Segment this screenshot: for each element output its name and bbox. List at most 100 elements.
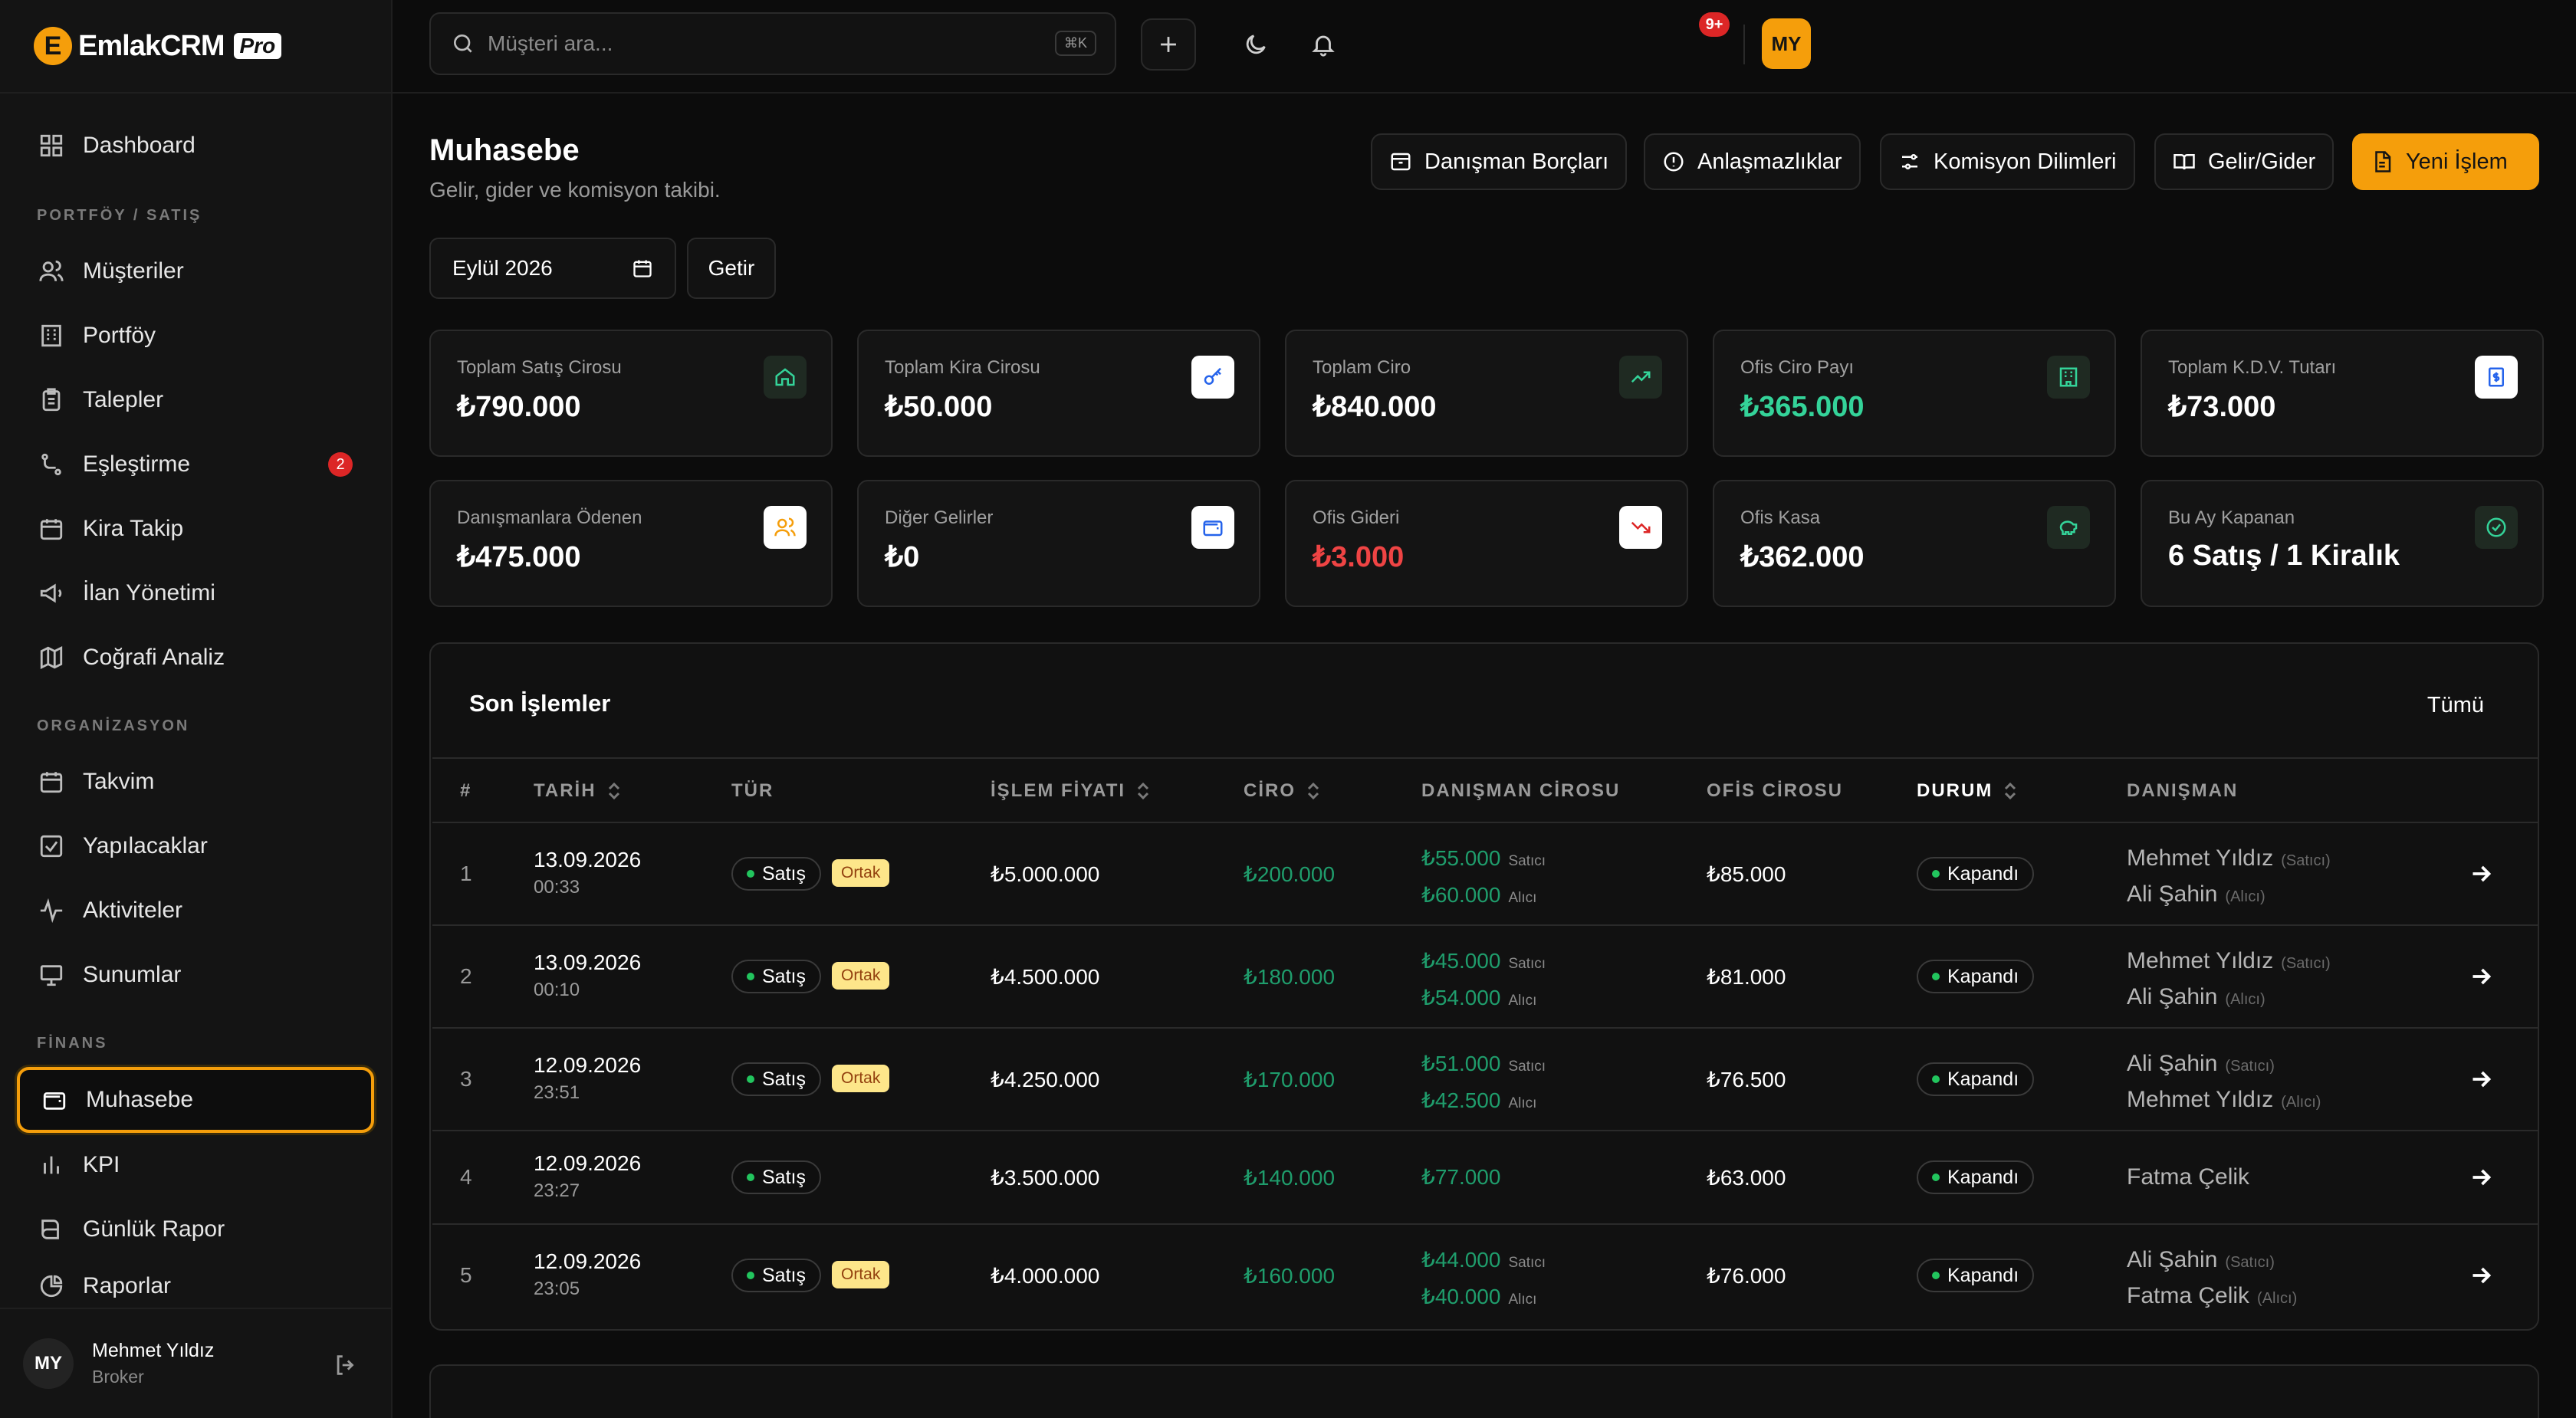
arrow-right-icon[interactable] (2467, 963, 2495, 990)
stat-card-total-revenue: Toplam Ciro ₺840.000 (1285, 330, 1688, 457)
row-type: Satış (731, 1160, 821, 1194)
sidebar-item-label: Kira Takip (83, 516, 184, 541)
new-transaction-button[interactable]: Yeni İşlem (2352, 133, 2539, 190)
logo-icon: E (34, 27, 72, 65)
sidebar-item-listings[interactable]: İlan Yönetimi (17, 564, 374, 622)
table-row[interactable]: 4 12.09.2026 23:27 Satış ₺3.500.000 ₺140.… (432, 1131, 2539, 1225)
sidebar-item-kpi[interactable]: KPI (17, 1136, 374, 1194)
table-row[interactable]: 3 12.09.2026 23:51 Satış Ortak ₺4.250.000 … (432, 1029, 2539, 1131)
wallet-icon (41, 1087, 67, 1113)
row-number: 4 (460, 1165, 472, 1189)
advisor-debts-button[interactable]: Danışman Borçları (1371, 133, 1628, 190)
period-value: Eylül 2026 (452, 256, 553, 280)
arrow-right-icon[interactable] (2467, 1262, 2495, 1289)
add-button[interactable] (1141, 18, 1196, 71)
row-advisors: Ali Şahin (Satıcı) Fatma Çelik (Alıcı) (2127, 1247, 2298, 1308)
sidebar-item-calendar[interactable]: Takvim (17, 753, 374, 811)
disputes-button[interactable]: Anlaşmazlıklar (1644, 133, 1861, 190)
row-price: ₺4.000.000 (991, 1264, 1100, 1288)
row-date: 12.09.2026 23:51 (534, 1053, 642, 1103)
row-type: Satış Ortak (731, 960, 890, 993)
sidebar-item-label: Portföy (83, 323, 156, 348)
brand-logo[interactable]: E EmlakCRM Pro (34, 23, 282, 69)
button-label: Gelir/Gider (2208, 149, 2316, 174)
sidebar-item-daily-report[interactable]: Günlük Rapor (17, 1200, 374, 1259)
column-header-date[interactable]: TARİH (534, 780, 621, 802)
row-number: 5 (460, 1263, 472, 1287)
matching-count-badge: 2 (328, 452, 353, 477)
sidebar-item-geo-analysis[interactable]: Coğrafi Analiz (17, 629, 374, 687)
check-circle-icon (2475, 506, 2518, 549)
arrow-right-icon[interactable] (2467, 1065, 2495, 1093)
fetch-button[interactable]: Getir (687, 238, 776, 299)
map-icon (38, 645, 64, 671)
calendar-icon (38, 516, 64, 542)
row-date: 12.09.2026 23:27 (534, 1151, 642, 1201)
search-input[interactable] (488, 31, 1024, 56)
sidebar-item-rent-tracking[interactable]: Kira Takip (17, 500, 374, 558)
row-status: Kapandı (1917, 857, 2035, 891)
sidebar-item-matching[interactable]: Eşleştirme 2 (17, 435, 374, 494)
theme-toggle-button[interactable] (1234, 23, 1277, 66)
view-all-link[interactable]: Tümü (2427, 693, 2484, 718)
shortcut-hint: ⌘K (1054, 31, 1096, 56)
piggy-bank-icon (2047, 506, 2090, 549)
sidebar-item-label: Aktiviteler (83, 898, 183, 923)
arrow-right-icon[interactable] (2467, 860, 2495, 888)
table-row[interactable]: 1 13.09.2026 00:33 Satış Ortak ₺5.000.000 … (432, 823, 2539, 926)
column-header-status[interactable]: DURUM (1917, 780, 2017, 802)
row-advisor-revenue: ₺44.000 Satıcı ₺40.000 Alıcı (1421, 1248, 1546, 1308)
row-price: ₺5.000.000 (991, 862, 1100, 886)
status-badge: Kapandı (1917, 960, 2035, 993)
row-office-revenue: ₺76.000 (1707, 1264, 1786, 1288)
table-row[interactable]: 5 12.09.2026 23:05 Satış Ortak ₺4.000.000 … (432, 1225, 2539, 1328)
sidebar-item-label: Talepler (83, 387, 164, 412)
column-header-price[interactable]: İŞLEM FİYATI (991, 780, 1150, 802)
user-profile[interactable]: MY Mehmet Yıldız Broker (0, 1308, 393, 1418)
column-header-revenue[interactable]: CİRO (1244, 780, 1320, 802)
stat-card-vat-total: Toplam K.D.V. Tutarı ₺73.000 (2141, 330, 2544, 457)
arrow-right-icon[interactable] (2467, 1164, 2495, 1191)
row-price: ₺4.500.000 (991, 965, 1100, 989)
logout-icon[interactable] (333, 1352, 359, 1378)
sidebar-item-activities[interactable]: Aktiviteler (17, 881, 374, 940)
period-picker[interactable]: Eylül 2026 (429, 238, 676, 299)
notifications-button[interactable] (1302, 23, 1345, 66)
sidebar-item-dashboard[interactable]: Dashboard (17, 117, 374, 175)
row-status: Kapandı (1917, 1259, 2035, 1292)
sidebar-item-label: Sunumlar (83, 962, 182, 987)
user-name: Mehmet Yıldız (92, 1340, 215, 1361)
sidebar-item-reports[interactable]: Raporlar (17, 1265, 374, 1308)
receipt-icon (2475, 356, 2518, 399)
sidebar-item-customers[interactable]: Müşteriler (17, 242, 374, 300)
key-icon (1191, 356, 1234, 399)
commission-tiers-button[interactable]: Komisyon Dilimleri (1880, 133, 2135, 190)
stat-card-other-income: Diğer Gelirler ₺0 (857, 480, 1260, 607)
row-price: ₺4.250.000 (991, 1068, 1100, 1091)
sidebar-item-accounting[interactable]: Muhasebe (17, 1067, 374, 1133)
stat-card-sales-revenue: Toplam Satış Cirosu ₺790.000 (429, 330, 833, 457)
search-box[interactable]: ⌘K (429, 12, 1116, 75)
row-date: 13.09.2026 00:33 (534, 848, 642, 898)
presentation-icon (38, 962, 64, 988)
user-info: Mehmet Yıldız Broker (74, 1340, 214, 1387)
sidebar-item-label: Günlük Rapor (83, 1216, 225, 1242)
sidebar-item-label: Yapılacaklar (83, 833, 208, 858)
topbar-avatar[interactable]: MY (1762, 18, 1811, 69)
pro-badge: Pro (233, 33, 282, 59)
section-label-organization: ORGANİZASYON (37, 717, 190, 734)
row-advisor-revenue: ₺51.000 Satıcı ₺42.500 Alıcı (1421, 1052, 1546, 1112)
income-expense-button[interactable]: Gelir/Gider (2154, 133, 2334, 190)
table-row[interactable]: 2 13.09.2026 00:10 Satış Ortak ₺4.500.000 … (432, 926, 2539, 1029)
row-advisors: Mehmet Yıldız (Satıcı) Ali Şahin (Alıcı) (2127, 948, 2331, 1009)
sidebar-item-label: Raporlar (83, 1273, 172, 1298)
sidebar-item-todos[interactable]: Yapılacaklar (17, 817, 374, 875)
sidebar-item-requests[interactable]: Talepler (17, 371, 374, 429)
sidebar-item-presentations[interactable]: Sunumlar (17, 946, 374, 1004)
row-status: Kapandı (1917, 1160, 2035, 1194)
recent-transactions-card: Son İşlemler Tümü # TARİH TÜR İŞLEM FİYA… (429, 642, 2539, 1331)
type-pill: Satış (731, 960, 821, 993)
moon-icon (1243, 31, 1269, 57)
sidebar-item-portfolio[interactable]: Portföy (17, 307, 374, 365)
calendar-icon (632, 258, 653, 279)
